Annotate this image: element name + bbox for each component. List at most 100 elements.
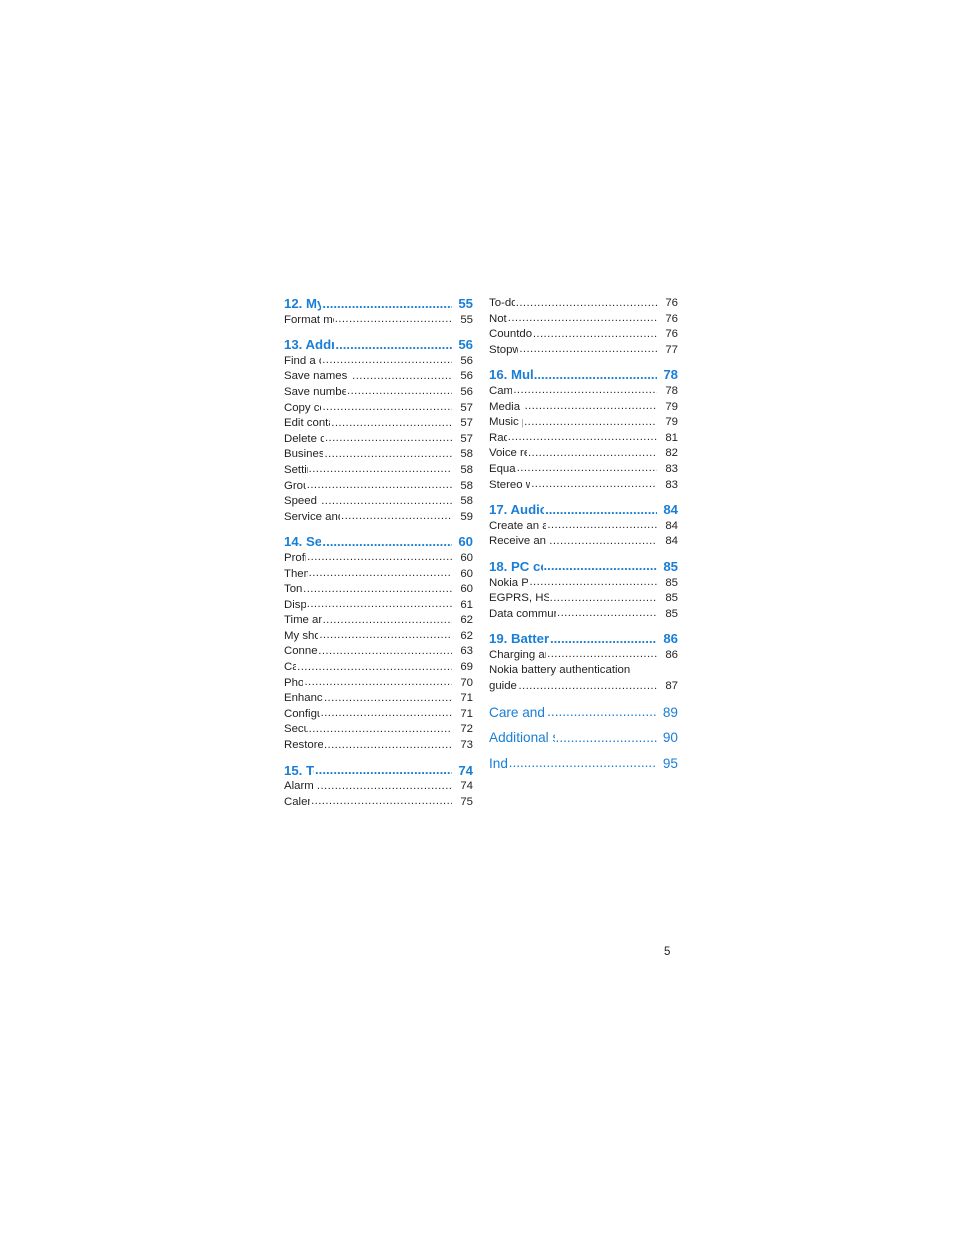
toc-entry[interactable]: Security................................… [284,722,473,738]
leader-dots: ........................................… [306,479,452,492]
leader-dots: ........................................… [306,598,452,611]
toc-entry-page: 71 [460,707,473,720]
toc-entry[interactable]: EGPRS, HSCSD, and CSD...................… [489,591,678,607]
leader-dots: ........................................… [322,354,452,367]
toc-entry[interactable]: Radio...................................… [489,431,678,447]
toc-entry-label: Display [284,598,306,611]
toc-entry[interactable]: Alarm clock.............................… [284,779,473,795]
toc-entry[interactable]: Settings................................… [284,463,473,479]
leader-dots: ........................................… [308,722,452,735]
toc-entry-page: 55 [458,296,473,311]
toc-entry-page: 83 [665,478,678,491]
toc-chapter-heading[interactable]: 13. Address Book........................… [284,337,473,353]
toc-entry[interactable]: Find a contact..........................… [284,354,473,370]
leader-dots: ........................................… [324,447,452,460]
toc-entry[interactable]: Save names and phone numbers............… [284,369,473,385]
leader-dots: ........................................… [316,779,452,792]
toc-entry[interactable]: Tones...................................… [284,582,473,598]
toc-entry[interactable]: Stopwatch...............................… [489,343,678,359]
leader-dots: ........................................… [307,551,452,564]
toc-entry-page: 84 [663,502,678,518]
toc-entry-page: 56 [460,385,473,398]
toc-entry-label: Find a contact [284,354,321,367]
toc-entry[interactable]: Equalizer...............................… [489,462,678,478]
toc-entry[interactable]: Speed dialing...........................… [284,494,473,510]
toc-page: 12. My Stuff............................… [0,0,954,1235]
toc-entry[interactable]: Calendar................................… [284,795,473,811]
toc-entry[interactable]: Create an audio message.................… [489,519,678,535]
toc-entry[interactable]: Save numbers and text items.............… [284,385,473,401]
toc-chapter-heading[interactable]: 16. Multimedia..........................… [489,367,678,383]
toc-entry[interactable]: Enhancements............................… [284,691,473,707]
toc-entry-label: Service and my numbers [284,510,340,523]
toc-entry[interactable]: Profiles................................… [284,551,473,567]
toc-entry[interactable]: Connectivity............................… [284,644,473,660]
toc-entry-page: 60 [460,583,473,596]
toc-entry[interactable]: Camera..................................… [489,384,678,400]
toc-entry[interactable]: Call....................................… [284,660,473,676]
toc-entry[interactable]: Media player............................… [489,400,678,416]
leader-dots: ........................................… [549,534,657,547]
toc-entry[interactable]: Charging and discharging................… [489,648,678,664]
toc-entry-label: Business cards [284,448,324,461]
leader-dots: ........................................… [533,366,657,382]
toc-entry-label: Camera [489,384,513,397]
toc-entry[interactable]: guidelines..............................… [489,679,678,695]
toc-entry[interactable]: Nokia PC Suite..........................… [489,576,678,592]
toc-section-heading[interactable]: Index...................................… [489,755,678,772]
toc-chapter-heading[interactable]: 18. PC connectivity.....................… [489,558,678,575]
toc-entry[interactable]: Display.................................… [284,598,473,614]
toc-entry[interactable]: Edit contact details....................… [284,416,473,432]
toc-entry-label: Security [284,723,308,736]
toc-entry[interactable]: Stereo widening.........................… [489,478,678,494]
toc-entry-label: Copy contacts [284,401,321,414]
toc-entry[interactable]: Delete contacts.........................… [284,432,473,448]
toc-entry-page: 86 [665,648,678,661]
toc-entry[interactable]: To-do list..............................… [489,296,678,312]
table-of-contents: 12. My Stuff............................… [284,296,678,811]
leader-dots: ........................................… [555,729,657,745]
toc-chapter-heading[interactable]: 15. Tools...............................… [284,762,473,779]
toc-entry-label: Themes [284,567,308,580]
toc-entry-page: 56 [458,337,473,353]
toc-entry[interactable]: Copy contacts...........................… [284,401,473,417]
toc-entry[interactable]: Notes...................................… [489,312,678,328]
toc-entry[interactable]: Phone...................................… [284,676,473,692]
toc-entry-page: 62 [460,629,473,642]
toc-entry[interactable]: Configuration...........................… [284,707,473,723]
toc-entry-label: Countdown timer [489,328,532,341]
toc-entry[interactable]: Voice recorder..........................… [489,446,678,462]
toc-entry[interactable]: Service and my numbers..................… [284,510,473,526]
toc-entry-label: Stopwatch [489,343,519,356]
toc-entry[interactable]: Restore device..........................… [284,738,473,754]
toc-entry[interactable]: Groups..................................… [284,479,473,495]
toc-entry[interactable]: Business cards..........................… [284,447,473,463]
toc-entry-wrapped[interactable]: Nokia battery authentication............… [489,663,678,679]
toc-entry[interactable]: Receive an audio message................… [489,534,678,550]
toc-chapter-heading[interactable]: 12. My Stuff............................… [284,296,473,312]
toc-entry-label: Calendar [284,795,310,808]
toc-entry[interactable]: Music player............................… [489,415,678,431]
toc-entry[interactable]: Format memory card......................… [284,313,473,329]
toc-chapter-heading[interactable]: 19. Battery information.................… [489,631,678,647]
toc-entry-page: 74 [458,762,473,778]
toc-entry[interactable]: My shortcuts............................… [284,629,473,645]
toc-section-heading[interactable]: Care and maintenance....................… [489,704,678,721]
toc-entry-page: 60 [460,551,473,564]
toc-entry-label: Connectivity [284,645,318,658]
toc-entry-label: Media player [489,400,524,413]
toc-entry[interactable]: Time and date...........................… [284,613,473,629]
toc-entry[interactable]: Data communication applications.........… [489,607,678,623]
toc-entry[interactable]: Countdown timer.........................… [489,327,678,343]
toc-entry-label: 17. Audio messages [489,502,545,518]
toc-chapter-heading[interactable]: 14. Settings............................… [284,534,473,550]
toc-entry-page: 63 [460,645,473,658]
toc-entry-label: Data communication applications [489,607,556,620]
toc-entry[interactable]: Themes..................................… [284,567,473,583]
toc-entry-page: 79 [665,400,678,413]
toc-section-heading[interactable]: Additional safety information...........… [489,730,678,746]
toc-chapter-heading[interactable]: 17. Audio messages......................… [489,502,678,518]
toc-entry-page: 76 [665,328,678,341]
leader-dots: ........................................… [519,343,657,356]
leader-dots: ........................................… [331,416,452,429]
